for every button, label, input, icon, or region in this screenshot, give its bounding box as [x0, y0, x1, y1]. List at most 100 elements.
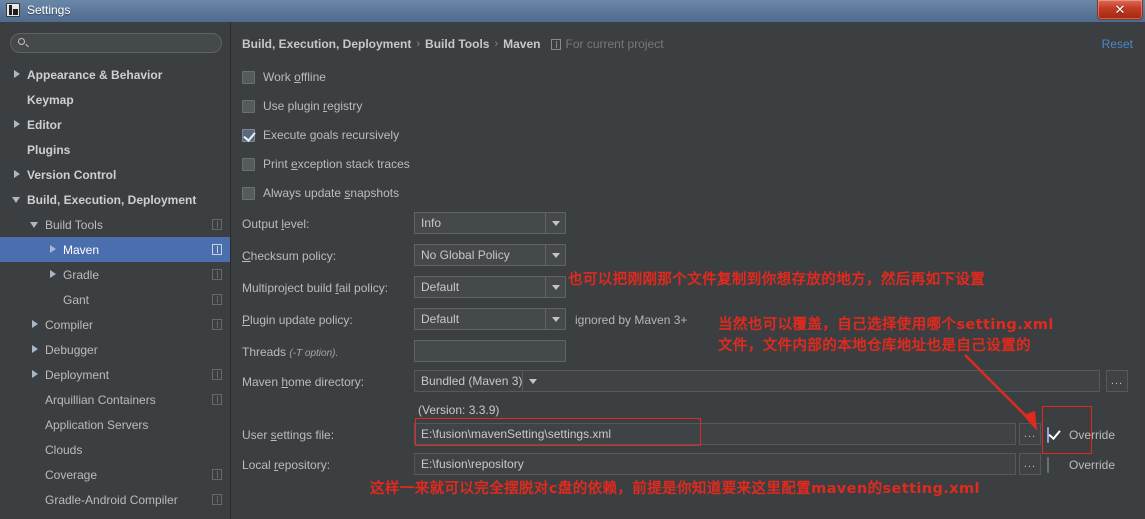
user-settings-override-label: Override	[1069, 428, 1116, 442]
maven-home-directory-value: Bundled (Maven 3)	[421, 374, 523, 388]
checkbox-work-offline[interactable]	[242, 70, 255, 84]
chevron-down-icon[interactable]	[522, 371, 542, 391]
checksum-policy-combo[interactable]: No Global Policy	[414, 244, 566, 266]
chevron-right-icon[interactable]	[12, 69, 23, 80]
breadcrumb-separator: ›	[416, 38, 421, 50]
multiproject-build-fail-policy-combo[interactable]: Default	[414, 276, 566, 298]
checkbox-use-plugin-registry[interactable]	[242, 99, 255, 113]
project-scope-icon	[212, 469, 222, 480]
sidebar-item-clouds[interactable]: Clouds	[0, 437, 230, 462]
sidebar-item-application-servers[interactable]: Application Servers	[0, 412, 230, 437]
search-input[interactable]	[29, 35, 221, 51]
checkbox-execute-goals-recursively[interactable]	[242, 128, 255, 142]
sidebar-item-label: Maven	[63, 242, 100, 257]
user-settings-file-value: E:\fusion\mavenSetting\settings.xml	[421, 427, 612, 441]
sidebar-item-deployment[interactable]: Deployment	[0, 362, 230, 387]
close-icon[interactable]: ✕	[1097, 0, 1143, 20]
reset-button[interactable]: Reset	[1102, 37, 1133, 51]
label-maven-home-directory: Maven home directory:	[242, 375, 365, 389]
sidebar-item-label: Clouds	[45, 442, 83, 457]
local-repository-input[interactable]: E:\fusion\repository	[414, 453, 1016, 475]
chevron-down-icon[interactable]	[545, 245, 565, 265]
plugin-update-policy-combo[interactable]: Default	[414, 308, 566, 330]
option-work-offline[interactable]: Work offline	[242, 70, 326, 84]
chevron-right-icon[interactable]	[30, 344, 41, 355]
sidebar-item-gant[interactable]: Gant	[0, 287, 230, 312]
project-scope-icon	[212, 394, 222, 405]
label-local-repository: Local repository:	[242, 458, 331, 472]
local-repository-browse-button[interactable]: ...	[1019, 453, 1041, 475]
sidebar-item-editor[interactable]: Editor	[0, 112, 230, 137]
sidebar-item-label: Arquillian Containers	[45, 392, 156, 407]
chevron-down-icon[interactable]	[12, 194, 23, 205]
sidebar-item-label: Keymap	[27, 92, 74, 107]
chevron-right-icon[interactable]	[48, 269, 59, 280]
annotation-note-bottom: 这样一来就可以完全摆脱对c盘的依赖，前提是你知道要来这里配置maven的sett…	[370, 481, 980, 497]
checkbox-override-user-settings[interactable]	[1047, 427, 1049, 443]
maven-version-note: (Version: 3.3.9)	[418, 403, 500, 417]
checkbox-always-update-snapshots[interactable]	[242, 186, 255, 200]
sidebar-item-compiler[interactable]: Compiler	[0, 312, 230, 337]
sidebar-item-maven[interactable]: Maven	[0, 237, 230, 262]
search-box[interactable]	[10, 33, 222, 53]
sidebar-item-version-control[interactable]: Version Control	[0, 162, 230, 187]
breadcrumb-item-2[interactable]: Maven	[503, 37, 540, 51]
sidebar-item-coverage[interactable]: Coverage	[0, 462, 230, 487]
threads-input[interactable]	[414, 340, 566, 362]
label-plugin-update-policy: Plugin update policy:	[242, 313, 353, 327]
annotation-note-mid-line1: 当然也可以覆盖，自己选择使用哪个setting.xml	[718, 317, 1054, 333]
breadcrumb-item-0[interactable]: Build, Execution, Deployment	[242, 37, 411, 51]
sidebar-search	[10, 33, 222, 53]
label-user-settings-file: User settings file:	[242, 428, 335, 442]
chevron-right-icon[interactable]	[30, 319, 41, 330]
chevron-right-icon[interactable]	[12, 119, 23, 130]
sidebar-item-appearance-behavior[interactable]: Appearance & Behavior	[0, 62, 230, 87]
sidebar-item-label: Plugins	[27, 142, 71, 157]
sidebar-item-label: Version Control	[27, 167, 117, 182]
chevron-down-icon[interactable]	[545, 213, 565, 233]
option-label: Always update snapshots	[263, 186, 400, 200]
chevron-right-icon[interactable]	[12, 169, 23, 180]
project-scope-icon	[212, 244, 222, 255]
checkbox-override-local-repository[interactable]	[1047, 457, 1049, 473]
maven-home-browse-button[interactable]: ...	[1106, 370, 1128, 392]
local-repository-override-label: Override	[1069, 458, 1116, 472]
project-scope-icon	[212, 369, 222, 380]
settings-sidebar: Appearance & Behavior Keymap Editor Plugins…	[0, 22, 231, 519]
sidebar-item-build-tools[interactable]: Build Tools	[0, 212, 230, 237]
sidebar-item-label: Gradle	[63, 267, 100, 282]
breadcrumb-item-1[interactable]: Build Tools	[425, 37, 489, 51]
chevron-down-icon[interactable]	[545, 309, 565, 329]
option-always-update-snapshots[interactable]: Always update snapshots	[242, 186, 399, 200]
user-settings-file-input[interactable]: E:\fusion\mavenSetting\settings.xml	[414, 423, 1016, 445]
local-repository-override-checkbox[interactable]	[1047, 457, 1049, 473]
sidebar-item-arquillian-containers[interactable]: Arquillian Containers	[0, 387, 230, 412]
chevron-down-icon[interactable]	[545, 277, 565, 297]
option-execute-goals-recursively[interactable]: Execute goals recursively	[242, 128, 399, 142]
breadcrumb: Build, Execution, Deployment › Build Too…	[242, 37, 664, 51]
user-settings-browse-button[interactable]: ...	[1019, 423, 1041, 445]
option-print-exception-stack-traces[interactable]: Print exception stack traces	[242, 157, 410, 171]
plugin-update-policy-hint: ignored by Maven 3+	[575, 313, 688, 327]
sidebar-item-keymap[interactable]: Keymap	[0, 87, 230, 112]
sidebar-item-build-execution-deployment[interactable]: Build, Execution, Deployment	[0, 187, 230, 212]
maven-home-directory-combo[interactable]: Bundled (Maven 3)	[414, 370, 1100, 392]
chevron-right-icon[interactable]	[48, 244, 59, 255]
sidebar-item-plugins[interactable]: Plugins	[0, 137, 230, 162]
user-settings-override-checkbox[interactable]	[1047, 427, 1049, 443]
settings-dialog: Settings ✕ Appearance & Behavior Keymap Ed…	[0, 0, 1145, 519]
checkbox-print-exception-stack-traces[interactable]	[242, 157, 255, 171]
option-use-plugin-registry[interactable]: Use plugin registry	[242, 99, 362, 113]
project-scope-icon	[212, 219, 222, 230]
chevron-right-icon[interactable]	[30, 369, 41, 380]
sidebar-item-gradle-android-compiler[interactable]: Gradle-Android Compiler	[0, 487, 230, 512]
sidebar-item-gradle[interactable]: Gradle	[0, 262, 230, 287]
sidebar-item-label: Coverage	[45, 467, 98, 482]
output-level-combo[interactable]: Info	[414, 212, 566, 234]
chevron-down-icon[interactable]	[30, 219, 41, 230]
sidebar-item-debugger[interactable]: Debugger	[0, 337, 230, 362]
project-scope-icon	[212, 319, 222, 330]
